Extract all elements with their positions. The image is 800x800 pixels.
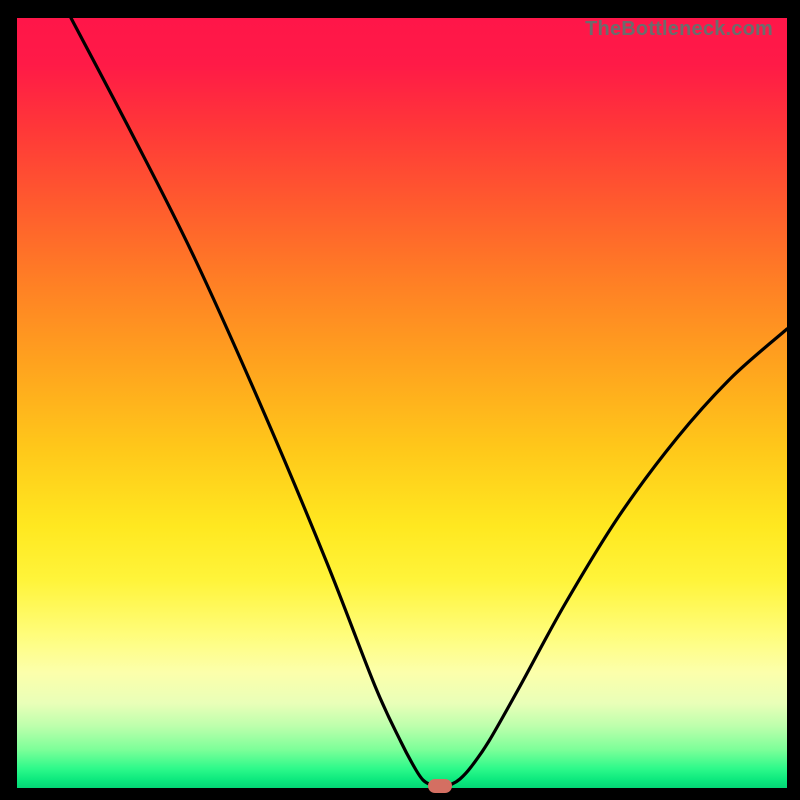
minimum-marker — [428, 779, 452, 793]
curve-path — [71, 18, 787, 786]
chart-frame: TheBottleneck.com — [0, 0, 800, 800]
plot-area: TheBottleneck.com — [17, 18, 787, 788]
bottleneck-curve — [17, 18, 787, 788]
watermark-text: TheBottleneck.com — [585, 18, 773, 41]
